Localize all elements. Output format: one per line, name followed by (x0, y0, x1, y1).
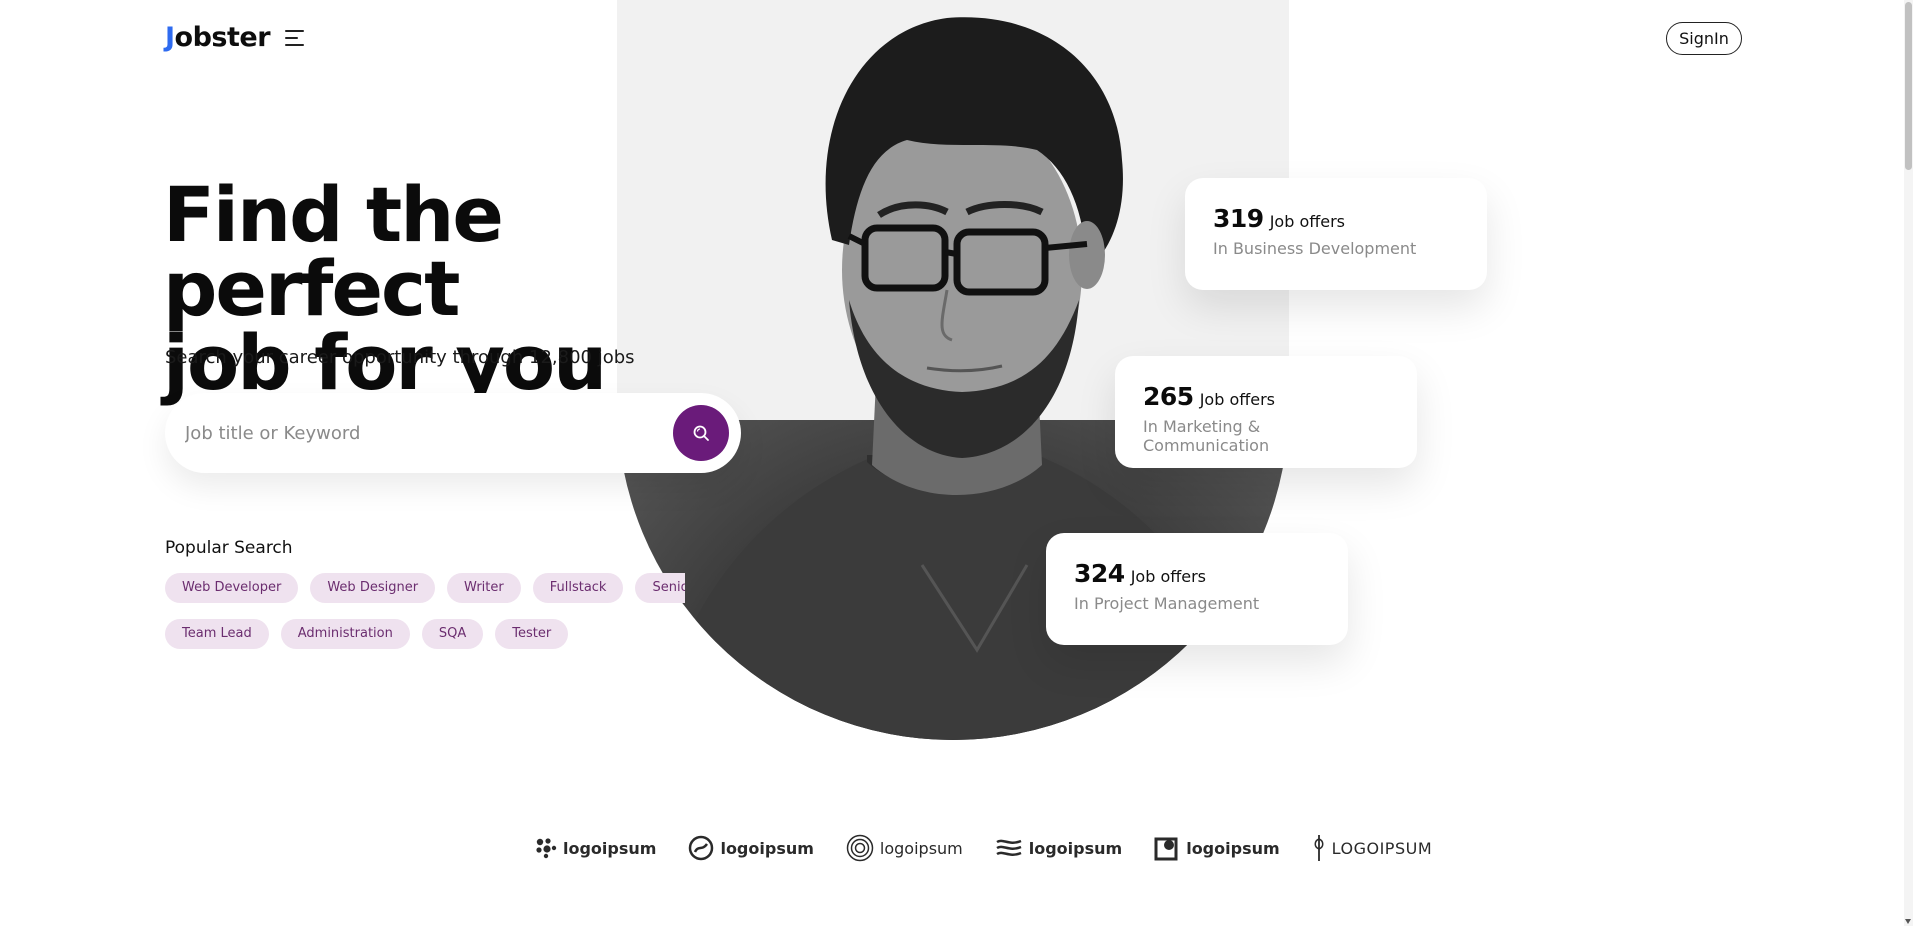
offer-label: Job offers (1269, 212, 1346, 231)
hamburger-menu-icon[interactable] (285, 30, 305, 46)
job-offers-card[interactable]: 319 Job offers In Business Development (1185, 178, 1487, 290)
headline-line-1: Find the perfect (163, 170, 504, 333)
partner-logo-text: logoipsum (1186, 838, 1280, 858)
offer-category: In Project Management (1074, 594, 1260, 613)
tag-sqa[interactable]: SQA (421, 619, 484, 649)
logoipsum-dots-icon (536, 838, 557, 859)
tag-fullstack[interactable]: Fullstack (532, 573, 624, 603)
tag-web-designer[interactable]: Web Designer (310, 573, 436, 603)
tag-tester[interactable]: Tester (495, 619, 569, 649)
offer-label: Job offers (1199, 390, 1276, 409)
offer-count: 319 (1213, 204, 1264, 233)
logo-initial: J (165, 22, 175, 53)
partner-logo-text: LOGOIPSUM (1331, 838, 1433, 858)
tag-administration[interactable]: Administration (280, 619, 410, 649)
logoipsum-rings-icon (846, 834, 874, 862)
popular-search-tags: Web Developer Web Designer Writer Fullst… (165, 573, 685, 665)
partner-logo: LOGOIPSUM (1312, 833, 1432, 863)
tag-senior[interactable]: Senior (635, 573, 685, 603)
job-offers-card[interactable]: 324 Job offers In Project Management (1046, 533, 1348, 645)
logo-text: obster (174, 22, 271, 53)
scrollbar-thumb[interactable] (1905, 2, 1912, 170)
tag-row-2: Team Lead Administration SQA Tester (165, 619, 685, 649)
hero-subline: Search your career opportunity through 1… (165, 347, 635, 368)
partner-logo-text: logoipsum (720, 838, 814, 858)
partner-logo-text: logoipsum (563, 838, 657, 858)
logoipsum-swirl-icon (689, 835, 714, 861)
logoipsum-leaf-icon (1314, 835, 1324, 861)
tag-row-1: Web Developer Web Designer Writer Fullst… (165, 573, 685, 603)
partner-logo-text: logoipsum (1028, 838, 1123, 858)
search-icon (693, 425, 709, 441)
job-search-bar (165, 393, 741, 473)
page-scrollbar[interactable] (1904, 0, 1913, 926)
search-button[interactable] (673, 405, 729, 461)
scroll-down-arrow-icon[interactable] (1905, 919, 1911, 924)
offer-category: In Marketing & Communication (1143, 417, 1270, 455)
signin-button[interactable]: SignIn (1666, 22, 1742, 55)
partner-logo: logoipsum (995, 837, 1122, 859)
offer-count: 324 (1074, 559, 1125, 588)
partner-logo-text: logoipsum (879, 838, 963, 858)
partner-logo: logoipsum (846, 834, 963, 862)
partner-logos: logoipsum logoipsum logoipsum logoipsum … (535, 833, 1432, 863)
logoipsum-square-icon (1154, 837, 1178, 861)
popular-search-title: Popular Search (165, 538, 293, 558)
offer-category: In Business Development (1213, 239, 1417, 258)
logoipsum-waves-icon (996, 839, 1022, 856)
tag-web-developer[interactable]: Web Developer (165, 573, 299, 603)
offer-count: 265 (1143, 382, 1194, 411)
job-offers-card[interactable]: 265 Job offers In Marketing & Communicati… (1115, 356, 1417, 468)
job-search-input[interactable] (185, 422, 673, 444)
tag-team-lead[interactable]: Team Lead (165, 619, 269, 649)
site-logo[interactable]: Jobster (165, 22, 271, 53)
offer-label: Job offers (1130, 567, 1207, 586)
partner-logo: logoipsum (688, 835, 814, 861)
partner-logo: logoipsum (535, 837, 656, 859)
tag-writer[interactable]: Writer (447, 573, 521, 603)
partner-logo: logoipsum (1154, 835, 1280, 861)
